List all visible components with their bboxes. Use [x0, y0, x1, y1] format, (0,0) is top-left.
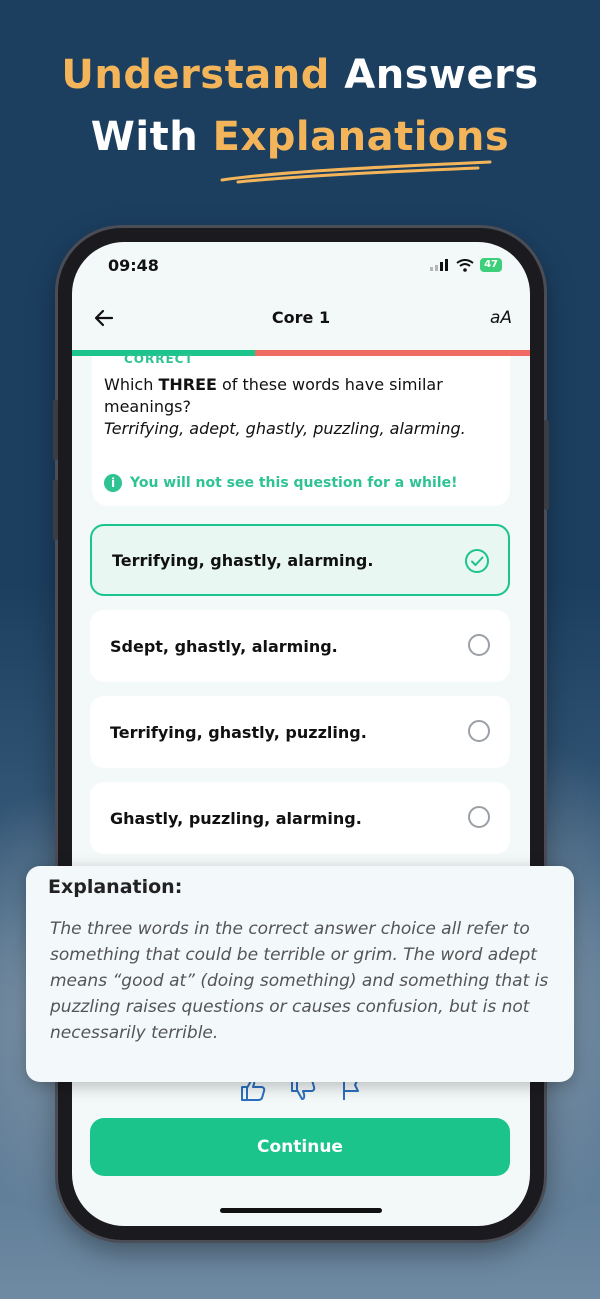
info-text: You will not see this question for a whi…: [130, 475, 458, 491]
explanation-card: Explanation: The three words in the corr…: [26, 866, 574, 1082]
signal-icon: [430, 259, 449, 271]
wifi-icon: [456, 258, 474, 272]
check-circle-icon: [465, 549, 489, 573]
nav-bar: Core 1 aA: [72, 304, 530, 336]
question-text: Which THREE of these words have similar …: [104, 375, 443, 416]
radio-icon: [468, 634, 490, 656]
explanation-title: Explanation:: [48, 876, 183, 898]
answer-option-label: Sdept, ghastly, alarming.: [110, 636, 338, 656]
status-icons: 47: [430, 258, 502, 272]
radio-icon: [468, 720, 490, 742]
answer-option-label: Ghastly, puzzling, alarming.: [110, 808, 362, 828]
page-title: Core 1: [271, 308, 331, 327]
question-card: CORRECT Which THREE of these words have …: [92, 352, 510, 506]
phone-volume-button: [53, 480, 58, 540]
info-icon: i: [104, 474, 122, 492]
headline: Understand Answers With Explanations: [0, 44, 600, 168]
answer-option[interactable]: Terrifying, ghastly, alarming.: [90, 524, 510, 596]
home-indicator: [220, 1208, 382, 1213]
question-word-list: Terrifying, adept, ghastly, puzzling, al…: [104, 419, 466, 438]
continue-button[interactable]: Continue: [90, 1118, 510, 1176]
radio-icon: [468, 806, 490, 828]
answer-option[interactable]: Terrifying, ghastly, puzzling.: [90, 696, 510, 768]
underline-squiggle-icon: [220, 160, 492, 184]
headline-line-1: Understand Answers: [61, 52, 539, 98]
battery-icon: 47: [480, 258, 502, 272]
answer-option-label: Terrifying, ghastly, puzzling.: [110, 722, 367, 742]
answer-option[interactable]: Ghastly, puzzling, alarming.: [90, 782, 510, 854]
phone-volume-button: [53, 400, 58, 460]
result-label: CORRECT: [124, 352, 194, 366]
info-banner: i You will not see this question for a w…: [104, 474, 457, 492]
phone-power-button: [544, 420, 549, 510]
answer-option[interactable]: Sdept, ghastly, alarming.: [90, 610, 510, 682]
font-size-toggle[interactable]: aA: [490, 308, 512, 328]
answer-option-label: Terrifying, ghastly, alarming.: [112, 550, 374, 570]
explanation-text: The three words in the correct answer ch…: [50, 919, 549, 1043]
status-time: 09:48: [108, 256, 159, 275]
